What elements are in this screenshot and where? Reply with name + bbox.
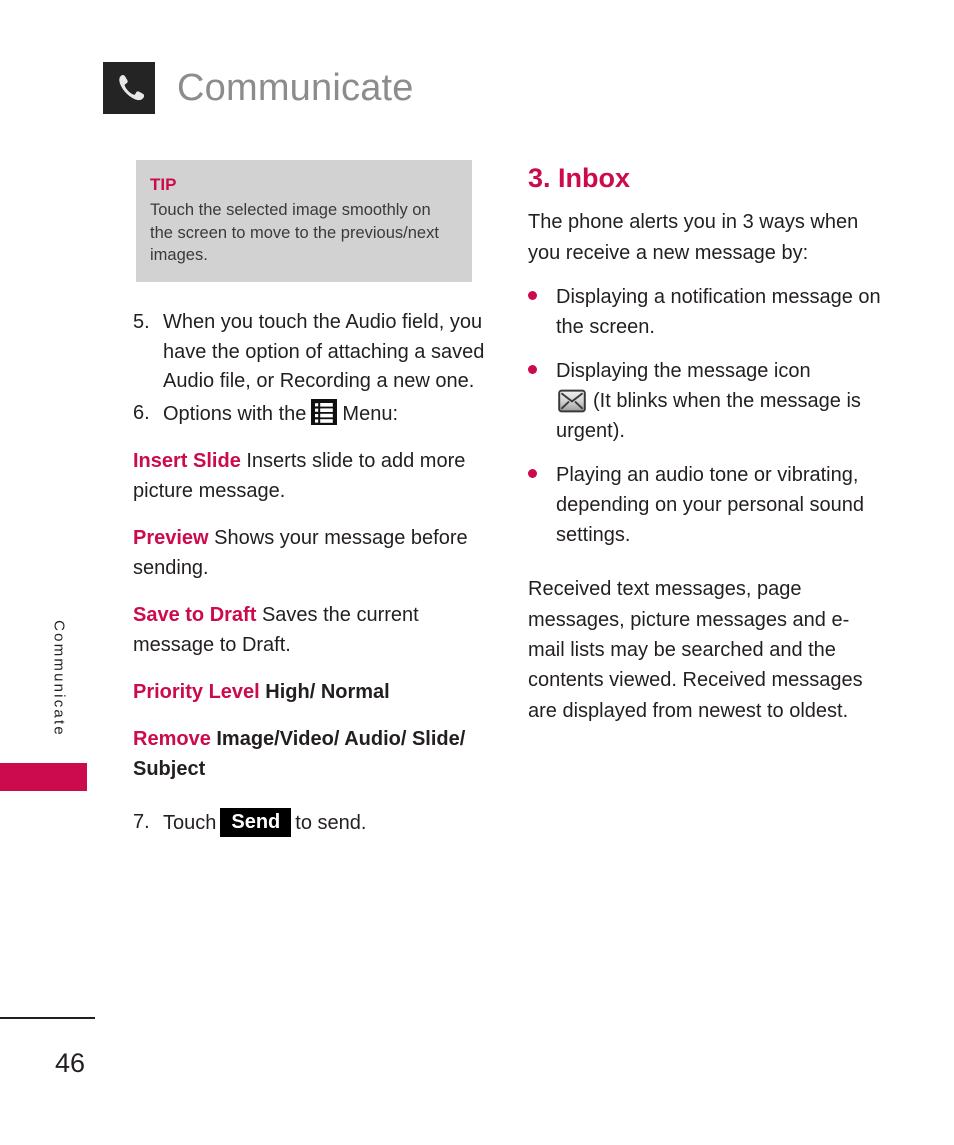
step-7-number: 7. [133, 811, 150, 834]
tip-body: Touch the selected image smoothly on the… [150, 201, 439, 264]
list-item: Playing an audio tone or vibrating, depe… [528, 460, 883, 550]
option-save-to-draft: Save to Draft Saves the current message … [133, 600, 485, 660]
bullet-text-after: (It blinks when the message is urgent). [556, 390, 861, 443]
option-term: Preview [133, 527, 209, 550]
option-term: Priority Level [133, 681, 260, 704]
inbox-intro-paragraph: The phone alerts you in 3 ways when you … [528, 211, 859, 264]
list-item: Displaying the message icon (It blinks w… [528, 356, 883, 446]
tip-title: TIP [150, 175, 177, 194]
bullet-dot-icon [528, 282, 556, 342]
bullet-text: Displaying the message icon (It blinks w… [556, 356, 883, 446]
inbox-closing-paragraph: Received text messages, page messages, p… [528, 578, 863, 722]
step-5-text: When you touch the Audio field, you have… [163, 311, 485, 393]
step-6-number: 6. [133, 401, 150, 424]
option-term: Save to Draft [133, 604, 257, 627]
page-header: Communicate [103, 62, 414, 114]
send-button[interactable]: Send [220, 808, 292, 838]
tip-box: TIP Touch the selected image smoothly on… [136, 160, 472, 283]
page-number: 46 [55, 1048, 86, 1078]
bullet-text: Playing an audio tone or vibrating, depe… [556, 464, 865, 547]
left-column: TIP Touch the selected image smoothly on… [133, 160, 485, 841]
step-6-text-before: Options with the [163, 402, 307, 425]
side-chapter-label: Communicate [50, 620, 68, 737]
option-remove: Remove Image/Video/ Audio/ Slide/ Subjec… [133, 724, 485, 784]
bullet-text: Displaying a notification message on the… [556, 286, 881, 339]
envelope-message-icon [558, 389, 586, 413]
option-insert-slide: Insert Slide Inserts slide to add more p… [133, 446, 485, 506]
right-column: 3. Inbox The phone alerts you in 3 ways … [528, 160, 883, 740]
list-menu-icon [311, 398, 338, 425]
step-7-text-after: to send. [295, 812, 367, 835]
step-6-text: Options with the Menu: [163, 398, 485, 430]
step-7-text-before: Touch [163, 812, 217, 835]
option-preview: Preview Shows your message before sendin… [133, 523, 485, 583]
bullet-dot-icon [528, 356, 556, 446]
list-item: Displaying a notification message on the… [528, 282, 883, 342]
option-term: Remove [133, 728, 211, 751]
option-term: Insert Slide [133, 450, 241, 473]
phone-handset-icon [103, 62, 155, 114]
page-title: Communicate [177, 67, 414, 109]
bullet-dot-icon [528, 460, 556, 550]
bullet-text-before: Displaying the message icon [556, 360, 811, 383]
option-description: High/ Normal [265, 681, 390, 704]
step-6: 6. Options with the Menu: [133, 398, 485, 430]
step-5-number: 5. [133, 311, 150, 334]
section-title-inbox: 3. Inbox [528, 163, 631, 193]
side-chapter-tab [0, 763, 87, 791]
step-5: 5. When you touch the Audio field, you h… [133, 308, 485, 397]
step-7: 7. Touch Send to send. [133, 808, 485, 839]
footer-divider [0, 1017, 95, 1019]
step-6-text-after: Menu: [342, 402, 399, 425]
option-priority-level: Priority Level High/ Normal [133, 677, 485, 707]
step-7-text: Touch Send to send. [163, 808, 485, 839]
